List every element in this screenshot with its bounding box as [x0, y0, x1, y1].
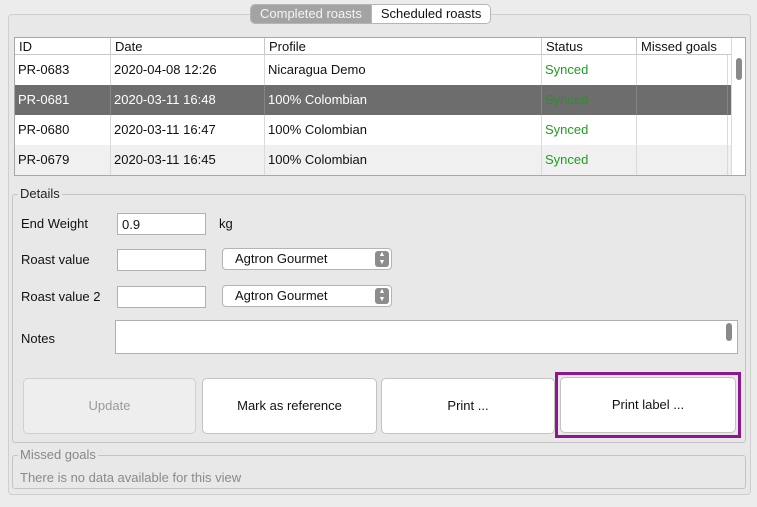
table-row[interactable]: PR-0679 2020-03-11 16:45 100% Colombian … [15, 145, 745, 175]
roast-value-input[interactable] [117, 249, 206, 271]
cell-profile: 100% Colombian [265, 115, 542, 145]
cell-missed-goals [637, 55, 728, 85]
mark-as-reference-button[interactable]: Mark as reference [202, 378, 377, 434]
column-header-status[interactable]: Status [542, 38, 637, 55]
missed-goals-group: Missed goals There is no data available … [12, 447, 746, 489]
cell-profile: 100% Colombian [265, 145, 542, 175]
tab-scheduled-roasts[interactable]: Scheduled roasts [370, 5, 491, 23]
update-button[interactable]: Update [23, 378, 196, 434]
cell-status: Synced [542, 115, 637, 145]
tab-completed-roasts[interactable]: Completed roasts [251, 5, 371, 23]
table-row-selected[interactable]: PR-0681 2020-03-11 16:48 100% Colombian … [15, 85, 745, 115]
roast-value-2-input[interactable] [117, 286, 206, 308]
missed-goals-title: Missed goals [18, 447, 98, 462]
cell-missed-goals [637, 145, 728, 175]
cell-missed-goals [637, 85, 728, 115]
cell-id: PR-0683 [15, 55, 111, 85]
roast-value-scale-select[interactable]: Agtron Gourmet ▲ ▼ [222, 248, 392, 270]
missed-goals-empty-message: There is no data available for this view [20, 470, 242, 485]
cell-status: Synced [542, 55, 637, 85]
table-row[interactable]: PR-0683 2020-04-08 12:26 Nicaragua Demo … [15, 55, 745, 85]
table-scrollbar[interactable] [731, 38, 745, 175]
end-weight-label: End Weight [21, 216, 88, 231]
print-button[interactable]: Print ... [381, 378, 555, 434]
table-scrollbar-thumb[interactable] [736, 58, 742, 80]
notes-label: Notes [21, 331, 55, 346]
roast-value-scale-value: Agtron Gourmet [235, 251, 328, 266]
cell-id: PR-0681 [15, 85, 111, 115]
roast-value-2-label: Roast value 2 [21, 289, 101, 304]
cell-date: 2020-03-11 16:47 [111, 115, 265, 145]
cell-date: 2020-03-11 16:45 [111, 145, 265, 175]
column-header-profile[interactable]: Profile [265, 38, 542, 55]
roasts-table: ID Date Profile Status Missed goals PR-0… [14, 37, 746, 176]
end-weight-unit: kg [219, 216, 233, 231]
chevron-updown-icon: ▲ ▼ [375, 288, 389, 304]
column-header-date[interactable]: Date [111, 38, 265, 55]
end-weight-input[interactable] [117, 213, 206, 235]
cell-date: 2020-03-11 16:48 [111, 85, 265, 115]
cell-profile: Nicaragua Demo [265, 55, 542, 85]
notes-textarea[interactable] [115, 320, 738, 354]
cell-date: 2020-04-08 12:26 [111, 55, 265, 85]
highlight-frame [555, 372, 741, 438]
details-title: Details [18, 186, 62, 201]
cell-id: PR-0679 [15, 145, 111, 175]
roast-value-2-scale-select[interactable]: Agtron Gourmet ▲ ▼ [222, 285, 392, 307]
column-header-id[interactable]: ID [15, 38, 111, 55]
chevron-updown-icon: ▲ ▼ [375, 251, 389, 267]
cell-status: Synced [542, 85, 637, 115]
roast-value-2-scale-value: Agtron Gourmet [235, 288, 328, 303]
cell-status: Synced [542, 145, 637, 175]
cell-id: PR-0680 [15, 115, 111, 145]
column-header-missed-goals[interactable]: Missed goals [637, 38, 728, 55]
table-row[interactable]: PR-0680 2020-03-11 16:47 100% Colombian … [15, 115, 745, 145]
cell-missed-goals [637, 115, 728, 145]
roast-value-label: Roast value [21, 252, 90, 267]
tab-bar: Completed roasts Scheduled roasts [250, 4, 492, 24]
table-header: ID Date Profile Status Missed goals [15, 38, 745, 55]
notes-scrollbar-thumb[interactable] [726, 323, 732, 341]
cell-profile: 100% Colombian [265, 85, 542, 115]
